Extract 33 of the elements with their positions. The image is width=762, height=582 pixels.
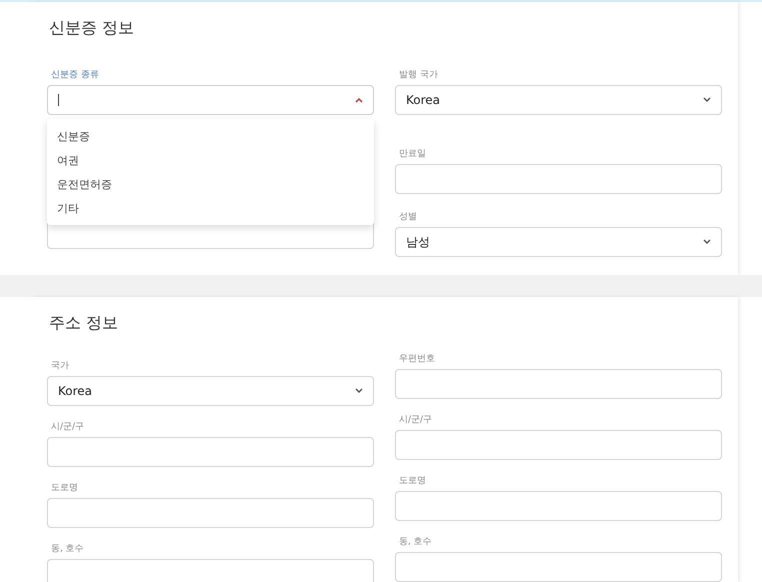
chevron-down-icon	[355, 388, 363, 394]
field-label: 국가	[51, 361, 69, 372]
select-field[interactable]: Korea	[395, 85, 722, 115]
field-label: 성별	[399, 212, 417, 223]
input-field[interactable]	[395, 369, 722, 399]
select-field[interactable]: Korea	[47, 376, 374, 406]
field-label: 우편번호	[399, 354, 435, 365]
field-label: 시/군/구	[399, 415, 432, 426]
field-label: 동, 호수	[51, 544, 84, 555]
field-label: 시/군/구	[51, 422, 84, 433]
dropdown-option[interactable]: 여권	[47, 149, 374, 173]
input-field[interactable]	[395, 164, 722, 194]
input-field[interactable]	[395, 491, 722, 521]
input-field[interactable]	[395, 430, 722, 460]
chevron-down-icon	[703, 97, 711, 103]
input-field[interactable]	[47, 559, 374, 582]
field-label: 동, 호수	[399, 537, 432, 548]
input-field[interactable]	[47, 498, 374, 528]
input-field[interactable]	[395, 552, 722, 582]
field-label: 신분증 종류	[51, 70, 99, 81]
field-label: 발행 국가	[399, 70, 438, 81]
dropdown-option[interactable]: 운전면허증	[47, 173, 374, 197]
chevron-down-icon	[703, 239, 711, 245]
combobox-field[interactable]	[47, 85, 374, 115]
field-label: 만료일	[399, 149, 426, 160]
dropdown-option[interactable]: 신분증	[47, 125, 374, 149]
section-title: 주소 정보	[49, 312, 120, 334]
field-label: 도로명	[51, 483, 78, 494]
input-field[interactable]	[47, 437, 374, 467]
section-title: 신분증 정보	[49, 17, 136, 39]
dropdown-option[interactable]: 기타	[47, 197, 374, 221]
field-label: 도로명	[399, 476, 426, 487]
select-field[interactable]: 남성	[395, 227, 722, 257]
